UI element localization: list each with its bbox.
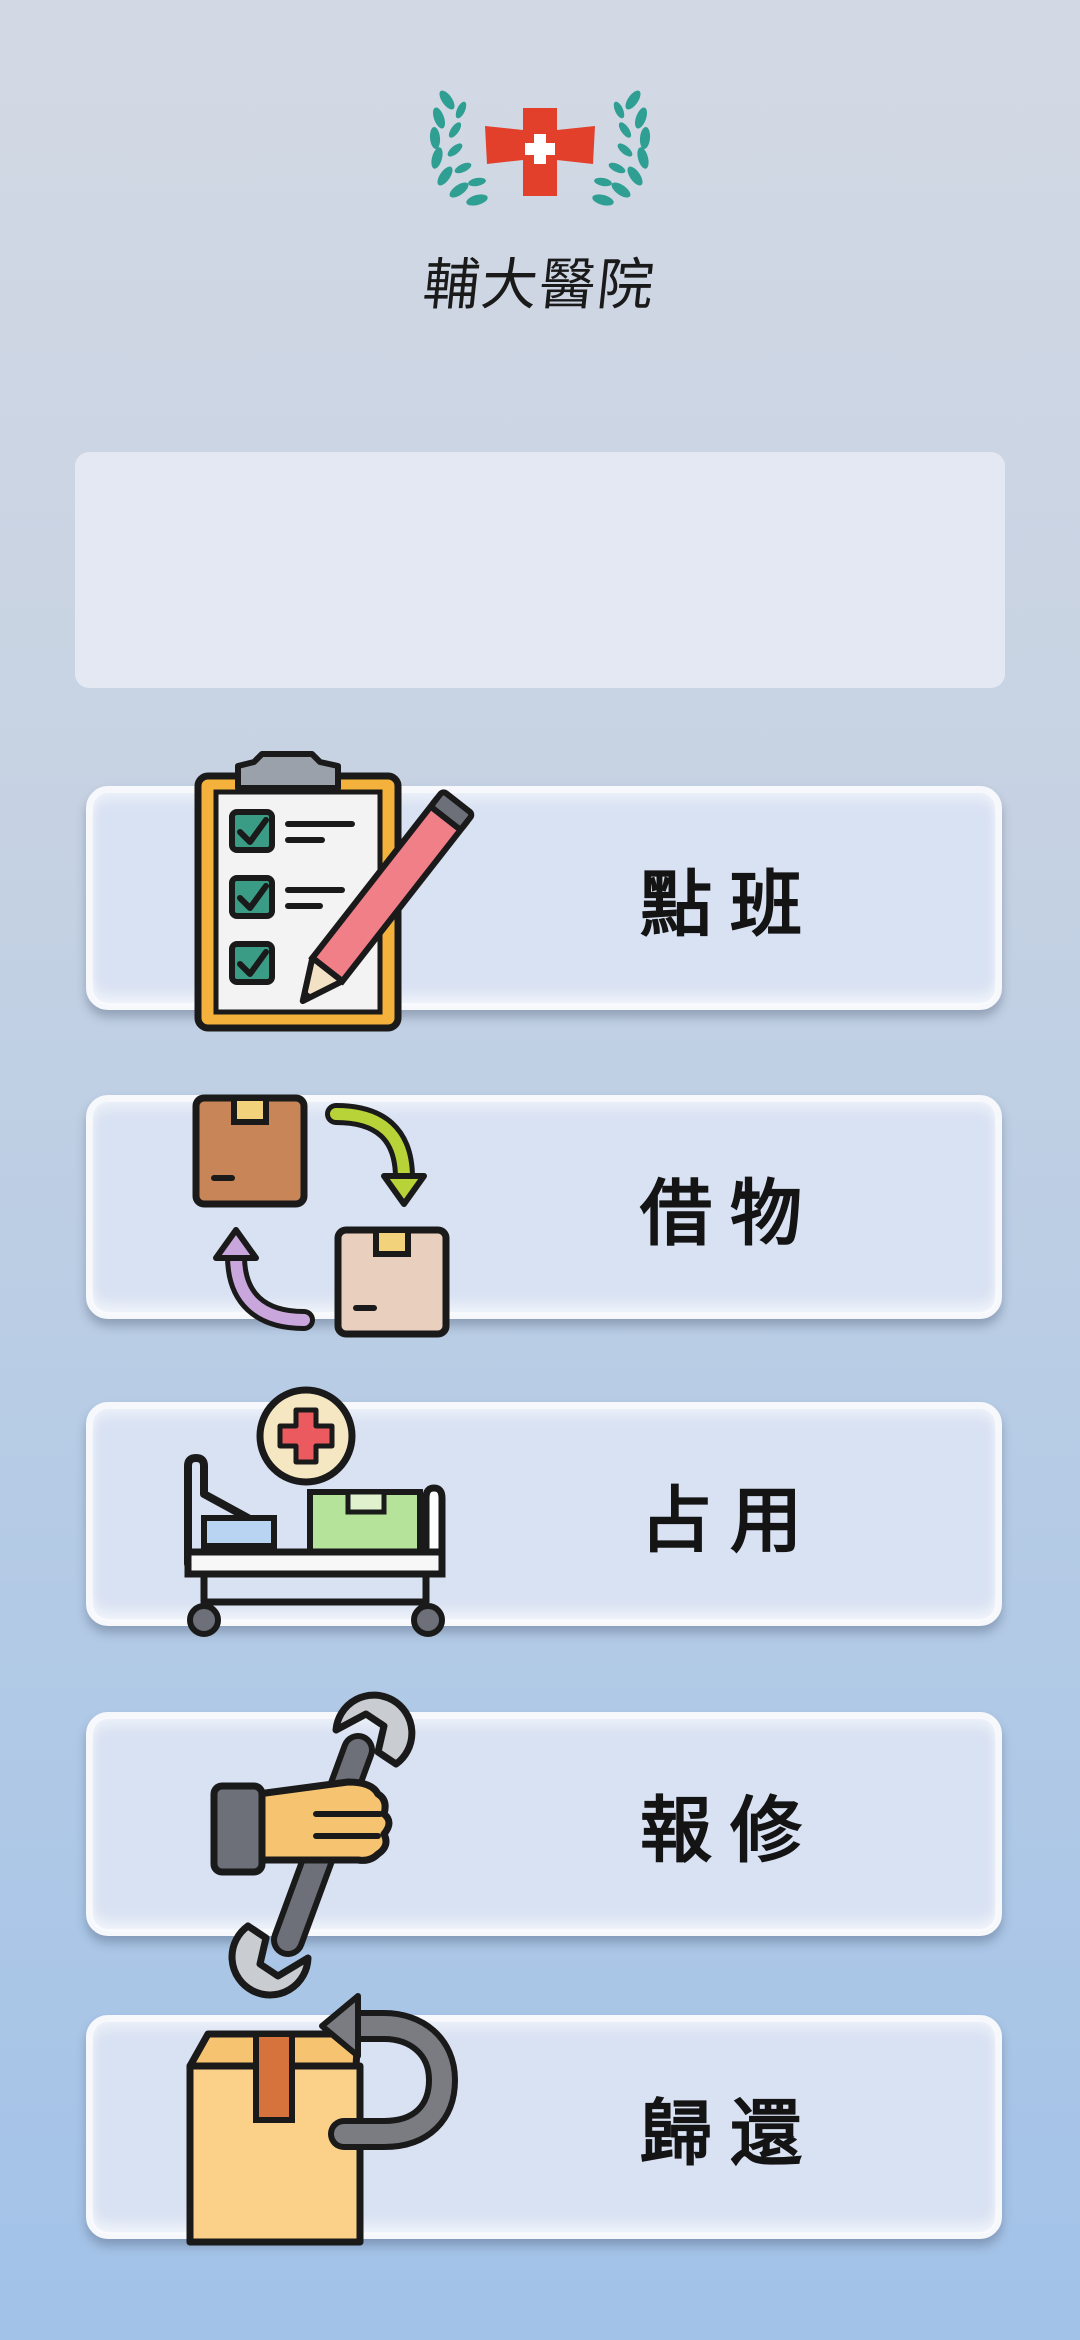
rollcall-label: 點班: [639, 861, 820, 947]
clipboard-checklist-icon: [192, 748, 475, 1038]
box-exchange-icon: [190, 1092, 460, 1342]
wrench-hand-icon: [208, 1690, 448, 1999]
box-return-icon: [184, 1993, 459, 2250]
red-cross-laurel-emblem-icon: [429, 90, 651, 206]
hospital-logo: 輔大醫院: [405, 70, 675, 330]
borrow-label: 借物: [639, 1170, 820, 1256]
occupy-label: 占用: [639, 1477, 820, 1563]
info-panel: [75, 452, 1005, 688]
return-label: 歸還: [639, 2090, 820, 2176]
repair-label: 報修: [639, 1787, 820, 1873]
hospital-bed-icon: [180, 1386, 460, 1648]
hospital-name: 輔大醫院: [420, 253, 659, 318]
